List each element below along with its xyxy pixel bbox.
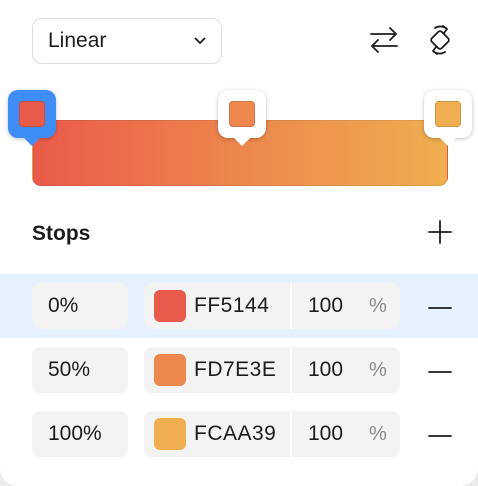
percent-label: % bbox=[369, 294, 387, 317]
plus-icon bbox=[427, 219, 453, 250]
stop-position-field[interactable]: 100% bbox=[32, 411, 128, 457]
swap-arrows-icon bbox=[368, 25, 400, 60]
swap-stops-button[interactable] bbox=[364, 22, 404, 62]
remove-stop-button[interactable] bbox=[424, 288, 456, 324]
stop-hex-input[interactable]: FD7E3E bbox=[194, 347, 276, 393]
remove-stop-button[interactable] bbox=[424, 352, 456, 388]
percent-label: % bbox=[369, 358, 387, 381]
field-divider bbox=[290, 347, 292, 393]
field-divider bbox=[290, 283, 292, 329]
gradient-type-select[interactable]: Linear bbox=[32, 18, 222, 64]
stop-color-swatch[interactable] bbox=[154, 290, 186, 322]
percent-label: % bbox=[369, 422, 387, 445]
stop-color-field: FCAA39 100 % bbox=[144, 411, 400, 457]
stop-row[interactable]: 50% FD7E3E 100 % bbox=[0, 338, 478, 402]
stops-heading: Stops bbox=[32, 222, 91, 245]
stop-hex-input[interactable]: FCAA39 bbox=[194, 411, 276, 457]
gradient-type-value: Linear bbox=[48, 29, 107, 52]
stop-position-field[interactable]: 50% bbox=[32, 347, 128, 393]
remove-stop-button[interactable] bbox=[424, 416, 456, 452]
stop-color-swatch[interactable] bbox=[154, 354, 186, 386]
stop-color-field: FD7E3E 100 % bbox=[144, 347, 400, 393]
field-divider bbox=[290, 411, 292, 457]
minus-icon bbox=[428, 297, 452, 315]
stop-row[interactable]: 0% FF5144 100 % bbox=[0, 274, 478, 338]
stop-color-field: FF5144 100 % bbox=[144, 283, 400, 329]
stop-color-swatch[interactable] bbox=[154, 418, 186, 450]
gradient-stop-handle-end[interactable] bbox=[424, 90, 472, 146]
minus-icon bbox=[428, 425, 452, 443]
gradient-stop-handle-start[interactable] bbox=[8, 90, 56, 146]
minus-icon bbox=[428, 361, 452, 379]
add-stop-button[interactable] bbox=[422, 216, 458, 252]
stop-row[interactable]: 100% FCAA39 100 % bbox=[0, 402, 478, 466]
gradient-stop-handle-middle[interactable] bbox=[218, 90, 266, 146]
stop-opacity-input[interactable]: 100 bbox=[308, 347, 343, 393]
stop-swatch bbox=[229, 101, 255, 127]
rotate-gradient-button[interactable] bbox=[420, 22, 460, 62]
gradient-panel: Linear Stops 0% FF5144 100 % 50% FD7E3E … bbox=[0, 0, 478, 486]
chevron-down-icon bbox=[193, 34, 207, 48]
stop-opacity-input[interactable]: 100 bbox=[308, 411, 343, 457]
stop-swatch bbox=[435, 101, 461, 127]
stop-opacity-input[interactable]: 100 bbox=[308, 283, 343, 329]
stop-hex-input[interactable]: FF5144 bbox=[194, 283, 269, 329]
rotate-icon bbox=[426, 24, 454, 61]
stop-position-field[interactable]: 0% bbox=[32, 283, 128, 329]
stop-swatch bbox=[19, 101, 45, 127]
